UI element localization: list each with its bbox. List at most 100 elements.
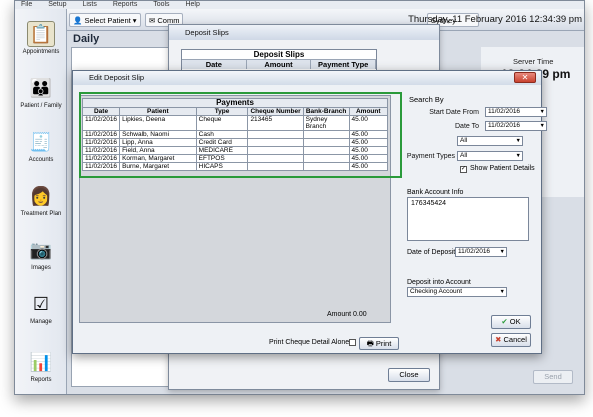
cell-amount: 45.00 — [348, 130, 389, 139]
close-icon: ✖ — [495, 335, 502, 344]
sidebar-item-patient-family[interactable]: 👪 Patient / Family — [15, 75, 67, 110]
date-of-deposit-picker[interactable]: 11/02/2016 ▼ — [455, 247, 507, 257]
table-row[interactable]: 11/02/2016 Korman, Margaret EFTPOS 45.00 — [81, 154, 389, 163]
cell-amount: 45.00 — [348, 154, 389, 163]
cell-type: Credit Card — [195, 138, 249, 147]
close-button[interactable]: Close — [388, 368, 430, 382]
comm-icon: ✉ — [149, 16, 156, 25]
cell-patient: Schwalb, Naomi — [119, 130, 197, 139]
checklist-icon: ☑ — [32, 293, 50, 314]
deposit-into-account-label: Deposit into Account — [407, 279, 471, 286]
amount-value: 0.00 — [353, 311, 367, 318]
edit-dialog-titlebar: Edit Deposit Slip — [73, 71, 541, 85]
menu-lists[interactable]: Lists — [82, 1, 96, 8]
menu-file[interactable]: File — [21, 1, 32, 8]
payments-title: Payments — [82, 98, 388, 108]
cell-cheque-number — [247, 130, 304, 139]
column-header-date[interactable]: Date — [182, 60, 247, 69]
column-header-amount[interactable]: Amount — [348, 107, 389, 116]
cell-patient: Lipkies, Deena — [119, 115, 197, 131]
report-icon: 📊 — [29, 351, 53, 372]
cell-cheque-number — [247, 154, 304, 163]
bank-account-info-field[interactable]: 176345424 — [407, 197, 529, 241]
cell-date: 11/02/2016 — [81, 130, 121, 139]
search-by-heading: Search By — [409, 95, 444, 104]
show-patient-details-label: Show Patient Details — [470, 165, 535, 172]
payment-types-select[interactable]: All ▼ — [457, 151, 523, 161]
sidebar-item-manage[interactable]: ☑ Manage — [15, 291, 67, 326]
date-to-picker[interactable]: 11/02/2016 ▼ — [485, 121, 547, 131]
column-header-bank-branch[interactable]: Bank-Branch — [302, 107, 350, 116]
camera-icon: 📷 — [29, 239, 53, 260]
payments-table: Payments Date Patient Type Cheque Number… — [81, 98, 389, 171]
cell-patient: Korman, Margaret — [119, 154, 197, 163]
deposit-into-account-select[interactable]: Checking Account ▼ — [407, 287, 507, 297]
column-header-date[interactable]: Date — [81, 107, 121, 116]
sidebar-item-appointments[interactable]: 📋 Appointments — [15, 21, 67, 55]
select-patient-button[interactable]: 👤 Select Patient ▾ — [69, 13, 141, 27]
menu-setup[interactable]: Setup — [48, 1, 66, 8]
cell-date: 11/02/2016 — [81, 138, 121, 147]
chevron-down-icon[interactable]: ▼ — [540, 108, 545, 116]
chevron-down-icon[interactable]: ▼ — [500, 248, 505, 256]
print-button[interactable]: 🖶 Print — [359, 337, 399, 350]
person-icon: 👤 — [73, 16, 83, 25]
chevron-down-icon[interactable]: ▼ — [516, 137, 521, 145]
chevron-down-icon[interactable]: ▼ — [500, 288, 505, 296]
cell-type: MEDICARE — [195, 146, 249, 155]
cell-patient: Lipp, Anna — [119, 138, 197, 147]
amount-label: Amount — [327, 311, 352, 318]
person-icon: 👩 — [29, 185, 53, 206]
sidebar: 📋 Appointments 👪 Patient / Family 🧾 Acco… — [15, 9, 67, 394]
show-patient-details-checkbox[interactable]: ✓ — [460, 166, 467, 173]
cell-type: Cheque — [195, 115, 249, 131]
cell-bank-branch — [302, 154, 350, 163]
column-header-patient[interactable]: Patient — [119, 107, 197, 116]
table-row[interactable]: 11/02/2016 Schwalb, Naomi Cash 45.00 — [81, 130, 389, 139]
checkmark-icon: ✔ — [501, 317, 508, 326]
sidebar-item-reports[interactable]: 📊 Reports — [15, 349, 67, 384]
table-row[interactable]: 11/02/2016 Field, Anna MEDICARE 45.00 — [81, 146, 389, 155]
cell-type: Cash — [195, 130, 249, 139]
cell-bank-branch — [302, 146, 350, 155]
cancel-button[interactable]: ✖ Cancel — [491, 333, 531, 347]
chevron-down-icon[interactable]: ▼ — [516, 152, 521, 160]
print-cheque-detail-checkbox[interactable] — [349, 339, 356, 346]
sidebar-item-treatment-plan[interactable]: 👩 Treatment Plan — [15, 183, 67, 218]
cell-type: EFTPOS — [195, 154, 249, 163]
cell-amount: 45.00 — [348, 146, 389, 155]
menu-tools[interactable]: Tools — [153, 1, 169, 8]
cell-date: 11/02/2016 — [81, 154, 121, 163]
deposit-grid-header: Date Amount Payment Type — [182, 60, 377, 69]
payments-header-row: Date Patient Type Cheque Number Bank-Bra… — [81, 107, 389, 116]
table-row[interactable]: 11/02/2016 Lipkies, Deena Cheque 213465 … — [81, 115, 389, 131]
cell-bank-branch — [302, 162, 350, 171]
cash-register-icon: 🧾 — [29, 131, 53, 152]
menu-reports[interactable]: Reports — [113, 1, 138, 8]
menu-help[interactable]: Help — [185, 1, 199, 8]
table-row[interactable]: 11/02/2016 Burne, Margaret HICAPS 45.00 — [81, 162, 389, 171]
cell-cheque-number — [247, 162, 304, 171]
cell-cheque-number — [247, 138, 304, 147]
payments-grid-panel: Payments Date Patient Type Cheque Number… — [79, 95, 391, 323]
column-header-cheque-number[interactable]: Cheque Number — [247, 107, 304, 116]
table-row[interactable]: 11/02/2016 Lipp, Anna Credit Card 45.00 — [81, 138, 389, 147]
cell-bank-branch: Sydney Branch — [302, 115, 350, 131]
sidebar-item-accounts[interactable]: 🧾 Accounts — [15, 129, 67, 164]
column-header-type[interactable]: Type — [195, 107, 249, 116]
clinic-select[interactable]: All ▼ — [457, 136, 523, 146]
cell-patient: Field, Anna — [119, 146, 197, 155]
chevron-down-icon[interactable]: ▼ — [540, 122, 545, 130]
send-button[interactable]: Send — [533, 370, 573, 384]
family-icon: 👪 — [29, 77, 53, 98]
column-header-payment-type[interactable]: Payment Type — [311, 60, 377, 69]
cell-cheque-number — [247, 146, 304, 155]
start-date-picker[interactable]: 11/02/2016 ▼ — [485, 107, 547, 117]
clipboard-icon: 📋 — [27, 21, 55, 47]
sidebar-item-images[interactable]: 📷 Images — [15, 237, 67, 272]
ok-button[interactable]: ✔ OK — [491, 315, 531, 329]
cell-date: 11/02/2016 — [81, 115, 121, 131]
cell-cheque-number: 213465 — [247, 115, 304, 131]
column-header-amount[interactable]: Amount — [247, 60, 312, 69]
close-icon[interactable]: ✕ — [514, 72, 536, 83]
